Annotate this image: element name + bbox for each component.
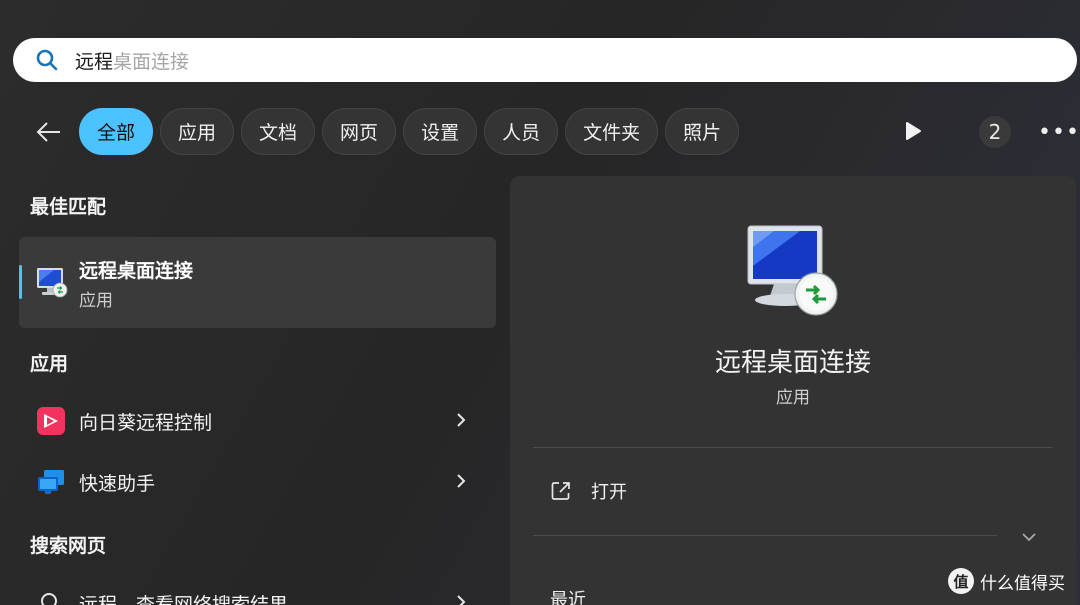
web-query: 远程 (79, 594, 118, 605)
remote-desktop-icon (37, 268, 68, 298)
filter-photos[interactable]: 照片 (665, 108, 740, 155)
search-icon (41, 593, 57, 605)
divider (533, 447, 1052, 448)
open-label: 打开 (591, 482, 627, 503)
list-item[interactable]: 向日葵远程控制 (19, 395, 496, 445)
app-name: 快速助手 (79, 473, 156, 495)
filter-settings[interactable]: 设置 (403, 108, 478, 155)
filter-apps[interactable]: 应用 (160, 108, 235, 155)
quick-assist-icon (38, 470, 64, 494)
app-name: 向日葵远程控制 (79, 412, 213, 434)
web-search-item[interactable]: 远程 - 查看网络搜索结果 (19, 577, 496, 605)
detail-panel: 远程桌面连接 应用 打开 最近 (510, 176, 1076, 605)
selection-indicator (19, 265, 22, 299)
more-options-icon[interactable]: ••• (1038, 120, 1079, 145)
divider (533, 535, 997, 536)
recent-heading: 最近 (550, 590, 586, 605)
sunlogin-icon (37, 407, 65, 435)
search-box[interactable]: 远程 桌面连接 (13, 38, 1077, 82)
filter-web[interactable]: 网页 (322, 108, 397, 155)
detail-subtitle: 应用 (776, 388, 810, 408)
search-query[interactable]: 远程 (75, 47, 113, 74)
filter-people[interactable]: 人员 (484, 108, 559, 155)
back-arrow-icon[interactable] (34, 118, 62, 146)
search-icon (36, 49, 58, 71)
chevron-down-icon[interactable] (1018, 526, 1040, 548)
chevron-right-icon[interactable] (451, 591, 471, 605)
chevron-right-icon[interactable] (451, 409, 471, 431)
best-match-type: 应用 (79, 291, 113, 311)
filter-chips: 全部 应用 文档 网页 设置 人员 文件夹 照片 (79, 108, 740, 155)
best-match-heading: 最佳匹配 (30, 196, 107, 218)
filter-documents[interactable]: 文档 (241, 108, 316, 155)
detail-title: 远程桌面连接 (714, 348, 871, 378)
best-match-item[interactable]: 远程桌面连接 应用 (19, 237, 496, 328)
filter-folders[interactable]: 文件夹 (565, 108, 659, 155)
chevron-right-icon[interactable] (451, 470, 471, 492)
watermark-text: 什么值得买 (980, 573, 1065, 594)
filter-all[interactable]: 全部 (79, 108, 154, 155)
list-item[interactable]: 快速助手 (19, 456, 496, 506)
watermark-logo: 值 (948, 568, 974, 594)
web-search-heading: 搜索网页 (30, 535, 107, 557)
rewards-count-badge[interactable]: 2 (979, 116, 1011, 148)
web-query-suffix: - 查看网络搜索结果 (117, 594, 288, 605)
search-autocomplete-hint: 桌面连接 (113, 50, 190, 73)
web-search-text: 远程 - 查看网络搜索结果 (79, 590, 288, 605)
open-action[interactable]: 打开 (550, 476, 627, 506)
open-external-icon (551, 482, 570, 500)
apps-heading: 应用 (30, 353, 69, 375)
watermark: 值 什么值得买 (948, 568, 1065, 594)
play-icon[interactable] (903, 120, 923, 142)
best-match-title: 远程桌面连接 (79, 260, 194, 282)
remote-desktop-icon (747, 225, 838, 316)
